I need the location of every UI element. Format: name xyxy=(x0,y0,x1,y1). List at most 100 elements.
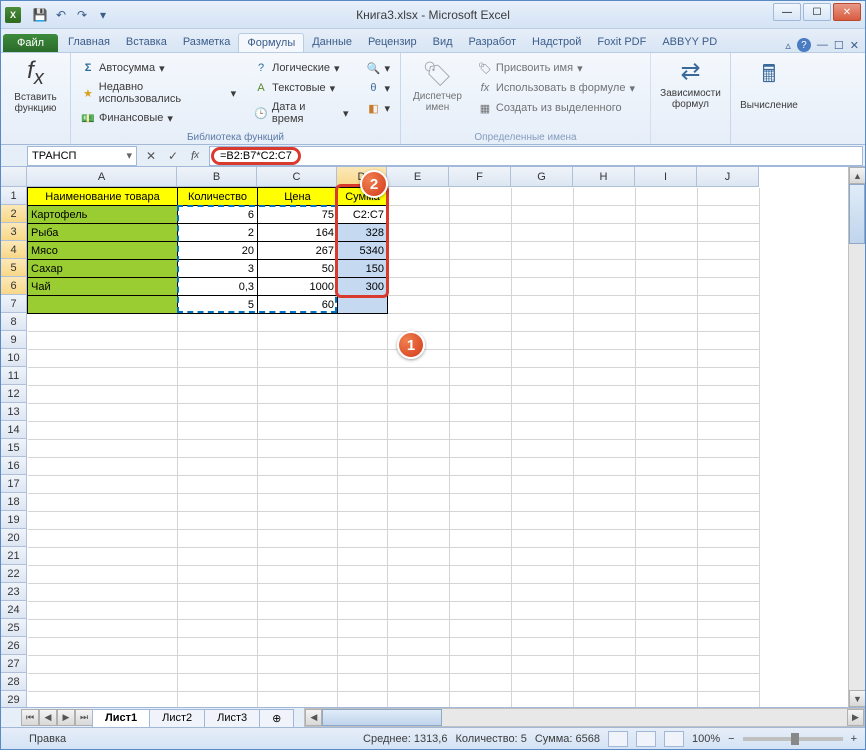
row-header-28[interactable]: 28 xyxy=(1,673,27,691)
column-header-A[interactable]: A xyxy=(27,167,177,187)
cell-I5[interactable] xyxy=(636,260,698,278)
cell-C12[interactable] xyxy=(258,386,338,404)
cell-A23[interactable] xyxy=(28,584,178,602)
cell-C20[interactable] xyxy=(258,530,338,548)
cell-J16[interactable] xyxy=(698,458,760,476)
formula-input[interactable]: =B2:B7*C2:C7 xyxy=(209,146,863,166)
formula-dependencies-button[interactable]: ⇄ Зависимости формул xyxy=(657,55,724,112)
cell-C21[interactable] xyxy=(258,548,338,566)
cell-I4[interactable] xyxy=(636,242,698,260)
cell-I20[interactable] xyxy=(636,530,698,548)
cell-E27[interactable] xyxy=(388,656,450,674)
cell-I11[interactable] xyxy=(636,368,698,386)
cell-D29[interactable] xyxy=(338,692,388,708)
cell-A29[interactable] xyxy=(28,692,178,708)
zoom-out-button[interactable]: − xyxy=(728,733,734,745)
cell-B20[interactable] xyxy=(178,530,258,548)
financial-button[interactable]: 💵Финансовые ▾ xyxy=(77,109,240,127)
cell-E5[interactable] xyxy=(388,260,450,278)
cell-F22[interactable] xyxy=(450,566,512,584)
cell-J20[interactable] xyxy=(698,530,760,548)
cell-H6[interactable] xyxy=(574,278,636,296)
cell-B3[interactable]: 2 xyxy=(178,224,258,242)
column-header-J[interactable]: J xyxy=(697,167,759,187)
cell-J21[interactable] xyxy=(698,548,760,566)
cell-H14[interactable] xyxy=(574,422,636,440)
cell-H5[interactable] xyxy=(574,260,636,278)
cell-F6[interactable] xyxy=(450,278,512,296)
cell-D5[interactable]: 150 xyxy=(338,260,388,278)
cell-I17[interactable] xyxy=(636,476,698,494)
cell-C9[interactable] xyxy=(258,332,338,350)
cell-D13[interactable] xyxy=(338,404,388,422)
cell-H13[interactable] xyxy=(574,404,636,422)
cell-D17[interactable] xyxy=(338,476,388,494)
assign-name-button[interactable]: 🏷Присвоить имя ▾ xyxy=(474,59,639,77)
cell-A25[interactable] xyxy=(28,620,178,638)
tab-главная[interactable]: Главная xyxy=(60,33,118,52)
cell-C24[interactable] xyxy=(258,602,338,620)
cell-C26[interactable] xyxy=(258,638,338,656)
cell-H3[interactable] xyxy=(574,224,636,242)
cell-A5[interactable]: Сахар xyxy=(28,260,178,278)
cell-F3[interactable] xyxy=(450,224,512,242)
cell-B8[interactable] xyxy=(178,314,258,332)
last-sheet-button[interactable]: ⏭ xyxy=(75,709,93,726)
cell-B19[interactable] xyxy=(178,512,258,530)
column-header-F[interactable]: F xyxy=(449,167,511,187)
cell-C13[interactable] xyxy=(258,404,338,422)
cell-C22[interactable] xyxy=(258,566,338,584)
math-button[interactable]: θ▾ xyxy=(362,79,394,97)
cell-D23[interactable] xyxy=(338,584,388,602)
cell-F29[interactable] xyxy=(450,692,512,708)
column-header-H[interactable]: H xyxy=(573,167,635,187)
cell-A17[interactable] xyxy=(28,476,178,494)
cell-D14[interactable] xyxy=(338,422,388,440)
cell-E16[interactable] xyxy=(388,458,450,476)
cell-F9[interactable] xyxy=(450,332,512,350)
cell-C10[interactable] xyxy=(258,350,338,368)
cell-B28[interactable] xyxy=(178,674,258,692)
cell-F10[interactable] xyxy=(450,350,512,368)
cell-A1[interactable]: Наименование товара xyxy=(28,188,178,206)
sheet-tab-Лист1[interactable]: Лист1 xyxy=(92,709,150,727)
cell-F26[interactable] xyxy=(450,638,512,656)
row-header-26[interactable]: 26 xyxy=(1,637,27,655)
row-header-23[interactable]: 23 xyxy=(1,583,27,601)
cell-I26[interactable] xyxy=(636,638,698,656)
cell-A3[interactable]: Рыба xyxy=(28,224,178,242)
cell-J4[interactable] xyxy=(698,242,760,260)
zoom-slider[interactable] xyxy=(743,737,843,741)
cell-J6[interactable] xyxy=(698,278,760,296)
cell-I8[interactable] xyxy=(636,314,698,332)
horizontal-scrollbar[interactable]: ◀ ▶ xyxy=(304,708,865,727)
row-header-17[interactable]: 17 xyxy=(1,475,27,493)
cell-E3[interactable] xyxy=(388,224,450,242)
row-header-10[interactable]: 10 xyxy=(1,349,27,367)
page-layout-view-button[interactable] xyxy=(636,731,656,747)
cell-J23[interactable] xyxy=(698,584,760,602)
cell-G13[interactable] xyxy=(512,404,574,422)
cell-G23[interactable] xyxy=(512,584,574,602)
cell-G4[interactable] xyxy=(512,242,574,260)
first-sheet-button[interactable]: ⏮ xyxy=(21,709,39,726)
cell-H12[interactable] xyxy=(574,386,636,404)
cell-B10[interactable] xyxy=(178,350,258,368)
cell-F23[interactable] xyxy=(450,584,512,602)
cell-H17[interactable] xyxy=(574,476,636,494)
row-header-27[interactable]: 27 xyxy=(1,655,27,673)
cell-C11[interactable] xyxy=(258,368,338,386)
zoom-in-button[interactable]: + xyxy=(851,733,857,745)
row-header-9[interactable]: 9 xyxy=(1,331,27,349)
tab-данные[interactable]: Данные xyxy=(304,33,360,52)
cell-H16[interactable] xyxy=(574,458,636,476)
cell-C29[interactable] xyxy=(258,692,338,708)
cell-G27[interactable] xyxy=(512,656,574,674)
cell-C17[interactable] xyxy=(258,476,338,494)
row-header-29[interactable]: 29 xyxy=(1,691,27,707)
cell-G28[interactable] xyxy=(512,674,574,692)
cell-C4[interactable]: 267 xyxy=(258,242,338,260)
cell-I25[interactable] xyxy=(636,620,698,638)
enter-formula-button[interactable]: ✓ xyxy=(163,146,183,166)
window-close-icon[interactable]: ✕ xyxy=(850,39,859,52)
